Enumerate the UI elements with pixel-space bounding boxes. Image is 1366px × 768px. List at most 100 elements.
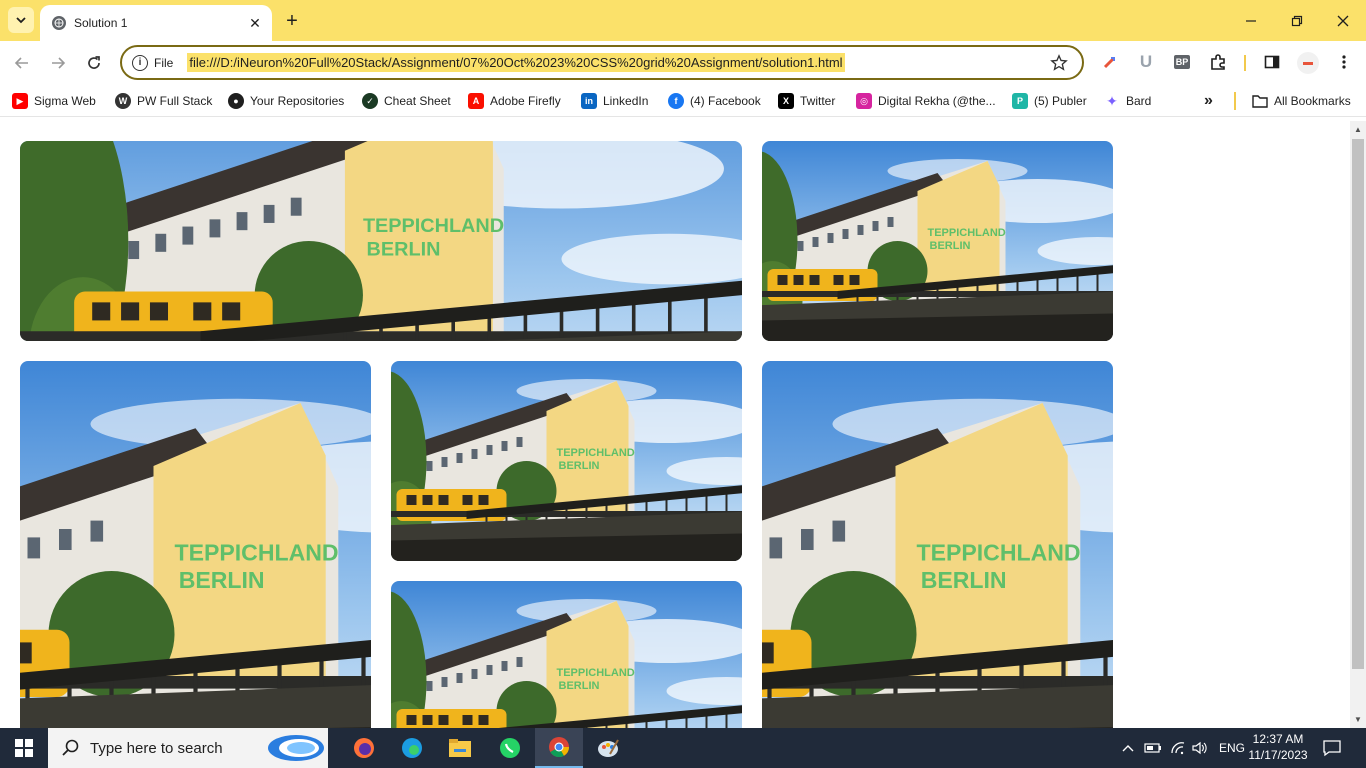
- taskbar-whatsapp[interactable]: [486, 728, 534, 768]
- grid-image-5: [762, 361, 1113, 728]
- windows-logo-icon: [15, 739, 33, 757]
- bookmark-label: (4) Facebook: [690, 94, 761, 108]
- wifi-icon[interactable]: [1170, 728, 1186, 768]
- github-icon: ●: [228, 93, 244, 109]
- linkedin-icon: in: [581, 93, 597, 109]
- grid-image-6: [391, 581, 742, 728]
- bp-extension-icon[interactable]: BP: [1172, 52, 1192, 72]
- bookmark-label: Digital Rekha (@the...: [878, 94, 996, 108]
- volume-icon[interactable]: [1192, 728, 1208, 768]
- system-clock[interactable]: 12:37 AM 11/17/2023: [1246, 731, 1310, 763]
- grid-image-2: [762, 141, 1113, 341]
- page-viewport: [0, 121, 1350, 728]
- restore-icon: [1291, 15, 1303, 26]
- search-placeholder: Type here to search: [90, 739, 223, 757]
- taskbar-paint[interactable]: [584, 728, 632, 768]
- bookmark-label: Adobe Firefly: [490, 94, 561, 108]
- facebook-icon: f: [668, 93, 684, 109]
- restore-button[interactable]: [1274, 0, 1320, 41]
- title-bar: Solution 1 ✕ +: [0, 0, 1366, 41]
- forward-button[interactable]: [44, 49, 72, 77]
- battery-icon[interactable]: [1144, 728, 1162, 768]
- bookmark-sigma-web[interactable]: ▶ Sigma Web: [12, 92, 96, 110]
- language-indicator[interactable]: ENG: [1219, 728, 1245, 768]
- pw-icon: W: [115, 93, 131, 109]
- scroll-up-icon[interactable]: ▲: [1354, 125, 1362, 134]
- browser-toolbar: i File file:///D:/iNeuron%20Full%20Stack…: [0, 41, 1366, 84]
- taskbar-file-explorer[interactable]: [436, 728, 484, 768]
- tab-title: Solution 1: [74, 16, 128, 30]
- bookmark-digital-rekha[interactable]: ◎ Digital Rekha (@the...: [856, 92, 996, 110]
- arrow-right-icon: [52, 57, 66, 69]
- scrollbar-thumb[interactable]: [1352, 139, 1364, 669]
- tray-overflow-icon[interactable]: [1122, 728, 1134, 768]
- side-panel-icon[interactable]: [1262, 52, 1282, 72]
- youtube-icon: ▶: [12, 93, 28, 109]
- bookmark-your-repositories[interactable]: ● Your Repositories: [228, 92, 344, 110]
- bookmark-publer[interactable]: P (5) Publer: [1012, 92, 1087, 110]
- globe-icon: [52, 16, 66, 30]
- all-bookmarks-button[interactable]: All Bookmarks: [1252, 92, 1351, 110]
- scheme-label: File: [154, 55, 174, 70]
- cheatsheet-icon: ✓: [362, 93, 378, 109]
- search-icon: [62, 739, 79, 756]
- taskbar-chrome[interactable]: [535, 728, 583, 768]
- grid-image-4: [391, 361, 742, 561]
- minimize-button[interactable]: [1228, 0, 1274, 41]
- star-icon[interactable]: [1050, 54, 1068, 72]
- bookmark-label: Cheat Sheet: [384, 94, 451, 108]
- info-icon[interactable]: i: [132, 54, 148, 71]
- instagram-icon: ◎: [856, 93, 872, 109]
- new-tab-button[interactable]: +: [280, 9, 304, 33]
- taskbar-firefox[interactable]: [340, 728, 388, 768]
- bookmark-pw-full-stack[interactable]: W PW Full Stack: [115, 92, 212, 110]
- whatsapp-icon: [500, 738, 520, 758]
- scroll-down-icon[interactable]: ▼: [1354, 715, 1362, 724]
- browser-tab[interactable]: Solution 1 ✕: [40, 5, 272, 41]
- bookmark-twitter[interactable]: X Twitter: [778, 92, 835, 110]
- minimize-icon: [1246, 19, 1256, 22]
- bookmark-label: (5) Publer: [1034, 94, 1087, 108]
- bookmark-linkedin[interactable]: in LinkedIn: [581, 92, 648, 110]
- bookmarks-divider: [1234, 92, 1236, 110]
- tab-search-button[interactable]: [8, 7, 34, 33]
- reload-icon: [88, 56, 100, 69]
- notifications-icon[interactable]: [1322, 728, 1342, 768]
- x-icon: X: [778, 93, 794, 109]
- u-extension-icon[interactable]: U: [1136, 52, 1156, 72]
- address-bar[interactable]: i File file:///D:/iNeuron%20Full%20Stack…: [120, 45, 1084, 80]
- bookmark-cheat-sheet[interactable]: ✓ Cheat Sheet: [362, 92, 451, 110]
- copilot-search-icon: [268, 735, 324, 761]
- reload-button[interactable]: [80, 49, 108, 77]
- bookmarks-overflow-button[interactable]: »: [1204, 92, 1213, 110]
- taskbar-search-box[interactable]: Type here to search: [48, 728, 328, 768]
- adobe-icon: A: [468, 93, 484, 109]
- grid-image-3: [20, 361, 371, 728]
- taskbar: Type here to search ENG 12:37 AM 11/17/2…: [0, 728, 1366, 768]
- publer-icon: P: [1012, 93, 1028, 109]
- bookmark-adobe-firefly[interactable]: A Adobe Firefly: [468, 92, 561, 110]
- menu-kebab-icon[interactable]: [1334, 52, 1354, 72]
- bookmark-bard[interactable]: ✦ Bard: [1104, 92, 1151, 110]
- back-button[interactable]: [8, 49, 36, 77]
- pen-extension-icon[interactable]: [1100, 52, 1120, 72]
- start-button[interactable]: [0, 728, 48, 768]
- url-text[interactable]: file:///D:/iNeuron%20Full%20Stack/Assign…: [187, 53, 845, 72]
- bookmark-facebook[interactable]: f (4) Facebook: [668, 92, 761, 110]
- vertical-scrollbar[interactable]: ▲ ▼: [1350, 121, 1366, 728]
- close-tab-icon[interactable]: ✕: [246, 14, 264, 32]
- taskbar-edge[interactable]: [388, 728, 436, 768]
- profile-avatar[interactable]: [1297, 52, 1319, 74]
- folder-icon: [449, 739, 471, 757]
- toolbar-divider: [1244, 55, 1246, 71]
- chrome-icon: [549, 737, 570, 758]
- clock-time: 12:37 AM: [1252, 732, 1304, 746]
- close-window-button[interactable]: [1320, 0, 1366, 41]
- close-icon: [1337, 15, 1349, 26]
- bookmark-label: Bard: [1126, 94, 1152, 108]
- arrow-left-icon: [14, 57, 28, 69]
- extensions-puzzle-icon[interactable]: [1208, 52, 1228, 72]
- bookmark-label: Your Repositories: [250, 94, 345, 108]
- bookmarks-bar: ▶ Sigma Web W PW Full Stack ● Your Repos…: [0, 84, 1366, 117]
- all-bookmarks-label: All Bookmarks: [1274, 94, 1351, 108]
